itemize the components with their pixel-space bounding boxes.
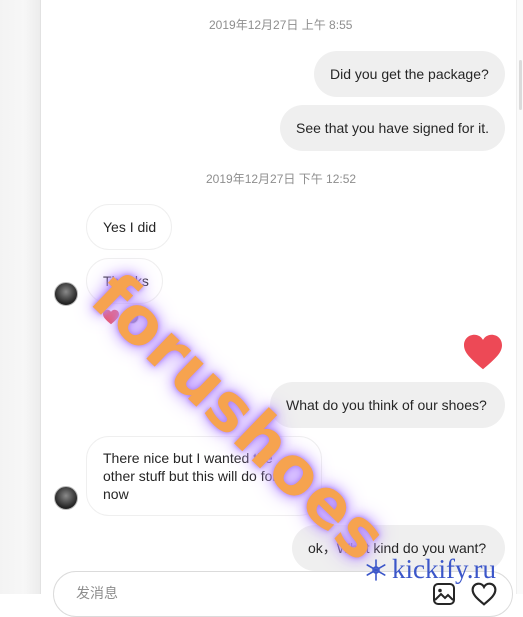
image-icon[interactable] <box>432 582 456 606</box>
received-message[interactable]: Yes I did <box>86 204 172 250</box>
timestamp: 2019年12月27日 上午 8:55 <box>209 18 353 32</box>
heart-icon[interactable] <box>102 309 120 325</box>
heart-icon[interactable] <box>461 333 505 371</box>
timestamp: 2019年12月27日 下午 12:52 <box>206 172 357 186</box>
sender-avatar[interactable] <box>54 282 78 306</box>
received-message[interactable]: Thanks <box>86 258 163 304</box>
scrollbar-thumb[interactable] <box>519 60 522 110</box>
message-input[interactable] <box>74 584 398 602</box>
brand-text: kickify.ru <box>392 554 496 584</box>
reactor-avatar[interactable] <box>125 310 139 324</box>
scrollbar[interactable] <box>516 0 523 594</box>
brand-watermark: kickify.ru <box>364 554 496 585</box>
sent-message[interactable]: What do you think of our shoes? <box>270 382 505 428</box>
heart-icon[interactable] <box>471 582 497 606</box>
left-panel-edge <box>0 0 41 594</box>
sender-avatar[interactable] <box>54 486 78 510</box>
received-message[interactable]: There nice but I wanted the other stuff … <box>86 436 322 516</box>
sent-message[interactable]: Did you get the package? <box>314 51 505 97</box>
snowflake-icon <box>366 558 386 581</box>
sent-message[interactable]: See that you have signed for it. <box>280 105 505 151</box>
